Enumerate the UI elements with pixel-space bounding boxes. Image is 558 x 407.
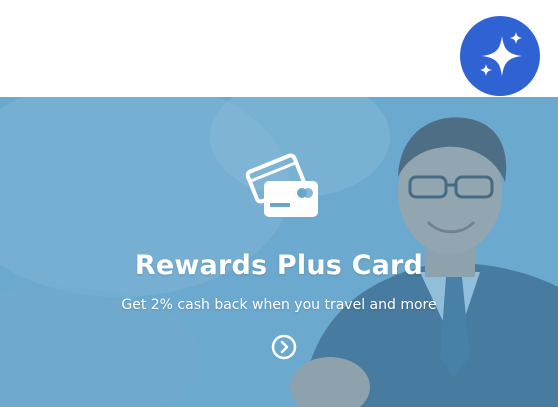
assistant-sparkle-button[interactable]	[460, 16, 540, 96]
promo-subtitle: Get 2% cash back when you travel and mor…	[121, 297, 437, 313]
sparkle-icon	[480, 32, 522, 76]
chevron-right-circle-icon[interactable]	[271, 334, 297, 360]
promo-title: Rewards Plus Card	[134, 250, 424, 281]
banner-content: Rewards Plus Card Get 2% cash back when …	[0, 97, 558, 407]
credit-card-icon	[245, 153, 318, 217]
promo-banner[interactable]: Rewards Plus Card Get 2% cash back when …	[0, 97, 558, 407]
page: Rewards Plus Card Get 2% cash back when …	[0, 0, 558, 407]
